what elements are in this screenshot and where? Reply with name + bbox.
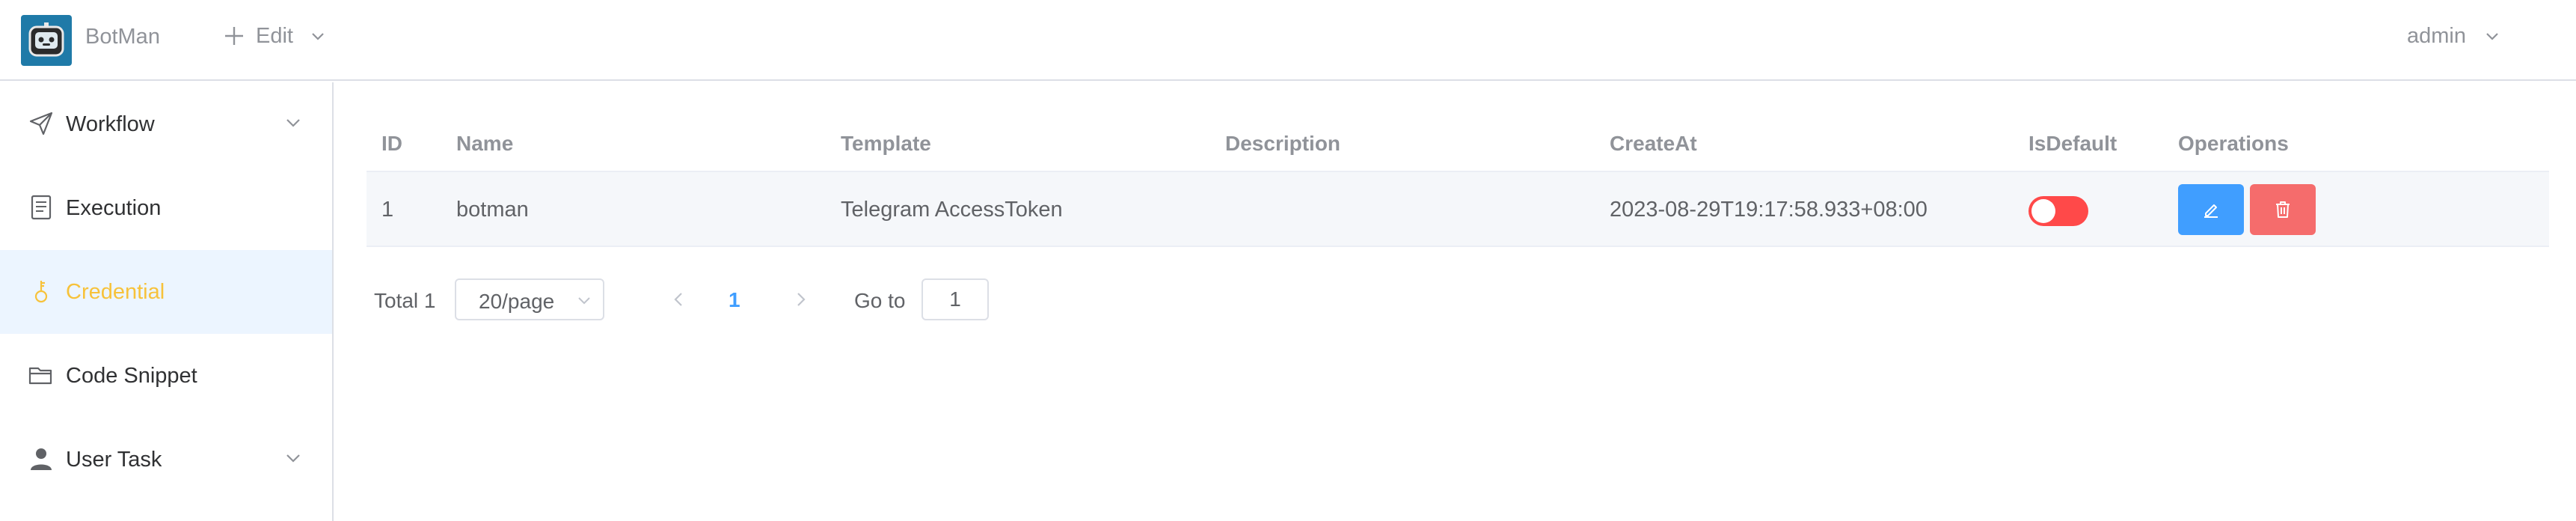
sidebar-item-label: Code Snippet — [66, 363, 197, 388]
sidebar-item-credential[interactable]: Credential — [0, 250, 332, 334]
send-icon — [29, 112, 53, 135]
sidebar-item-label: Credential — [66, 279, 165, 304]
column-header-name: Name — [456, 132, 514, 155]
folder-icon — [28, 367, 52, 385]
top-header: BotMan Edit admin — [0, 0, 2576, 81]
page-size-value: 20/page — [479, 290, 555, 313]
cell-id: 1 — [381, 198, 394, 222]
column-header-createat: CreateAt — [1610, 132, 1697, 155]
chevron-left-icon[interactable] — [669, 289, 690, 310]
column-header-description: Description — [1225, 132, 1341, 155]
sidebar-item-code-snippet[interactable]: Code Snippet — [0, 334, 332, 418]
key-icon — [34, 281, 48, 303]
delete-button[interactable] — [2250, 184, 2316, 235]
edit-menu-label: Edit — [256, 23, 293, 48]
column-header-template: Template — [841, 132, 931, 155]
column-header-operations: Operations — [2178, 132, 2289, 155]
goto-page-input[interactable] — [921, 278, 989, 320]
chevron-down-icon — [286, 119, 300, 127]
column-header-id: ID — [381, 132, 402, 155]
chevron-down-icon — [312, 33, 324, 40]
sidebar-item-workflow[interactable]: Workflow — [0, 82, 332, 166]
edit-button[interactable] — [2178, 184, 2244, 235]
chevron-down-icon — [578, 297, 590, 305]
brand-name: BotMan — [85, 25, 160, 49]
table-header: ID Name Template Description CreateAt Is… — [367, 112, 2549, 172]
trash-icon — [2276, 201, 2290, 218]
user-menu[interactable]: admin — [2407, 19, 2500, 52]
edit-menu[interactable]: Edit — [223, 19, 326, 52]
chevron-right-icon[interactable] — [790, 289, 811, 310]
sidebar-item-execution[interactable]: Execution — [0, 166, 332, 250]
page-size-select[interactable]: 20/page — [455, 278, 604, 320]
isdefault-toggle[interactable] — [2028, 196, 2088, 226]
toggle-knob — [2031, 199, 2055, 223]
pagination: Total 1 20/page 1 Go to — [367, 278, 1264, 322]
column-header-isdefault: IsDefault — [2028, 132, 2117, 155]
page-number[interactable]: 1 — [729, 288, 740, 312]
document-icon — [31, 195, 52, 220]
table-row[interactable]: 1 botman Telegram AccessToken 2023-08-29… — [367, 172, 2549, 247]
pagination-total: Total 1 — [374, 289, 436, 312]
sidebar-item-user-task[interactable]: User Task — [0, 418, 332, 502]
plus-icon — [225, 27, 243, 45]
main-content: ID Name Template Description CreateAt Is… — [335, 82, 2576, 521]
user-name: admin — [2407, 23, 2466, 48]
chevron-down-icon — [286, 454, 300, 463]
botman-logo[interactable] — [21, 15, 72, 66]
user-icon — [31, 448, 52, 470]
cell-createat: 2023-08-29T19:17:58.933+08:00 — [1610, 198, 1928, 222]
cell-name: botman — [456, 198, 529, 222]
sidebar-item-label: User Task — [66, 447, 162, 472]
chevron-down-icon — [2486, 33, 2498, 40]
cell-template: Telegram AccessToken — [841, 198, 1063, 222]
sidebar-item-label: Execution — [66, 195, 162, 220]
edit-icon — [2204, 204, 2218, 218]
sidebar: Workflow Execution Credential Code Snipp… — [0, 82, 334, 521]
goto-label: Go to — [854, 289, 906, 312]
sidebar-item-label: Workflow — [66, 112, 155, 136]
